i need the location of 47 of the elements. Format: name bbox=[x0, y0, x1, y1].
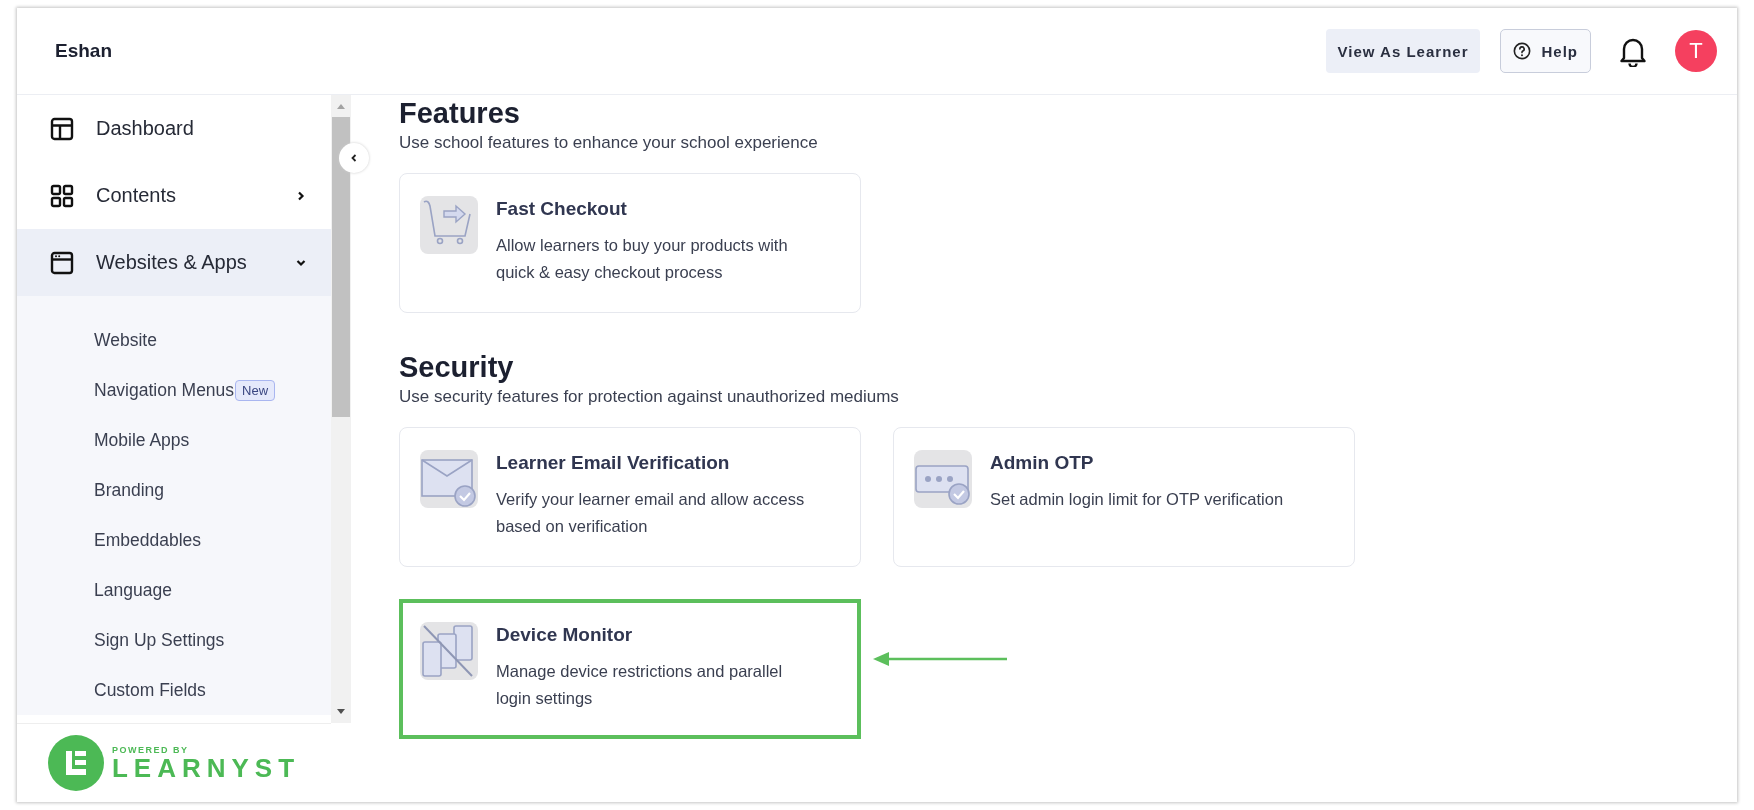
card-description: Allow learners to buy your products with quick & easy checkout process bbox=[496, 235, 789, 283]
sidebar-item[interactable]: Contents bbox=[17, 162, 331, 229]
submenu-item[interactable]: Website bbox=[94, 329, 157, 351]
password-check-icon bbox=[914, 450, 972, 508]
submenu-item[interactable]: Custom Fields bbox=[94, 679, 206, 701]
card-title: Fast Checkout bbox=[496, 198, 628, 220]
shopping-cart-icon bbox=[420, 196, 478, 254]
scrollbar[interactable] bbox=[331, 95, 351, 723]
section-description: Use school features to enhance your school experience bbox=[399, 133, 819, 153]
card-description: Verify your learner email and allow access based on verification bbox=[496, 489, 806, 537]
card-title: Admin OTP bbox=[990, 452, 1095, 474]
section-heading: Features bbox=[399, 96, 521, 131]
chevron-left-icon bbox=[349, 153, 359, 163]
feature-card[interactable]: Fast Checkout Allow learners to buy your products with quick & easy checkout process bbox=[399, 173, 861, 313]
help-icon bbox=[1513, 42, 1532, 60]
submenu-item[interactable]: Branding bbox=[94, 479, 165, 501]
logo-icon bbox=[47, 735, 104, 791]
grid-icon bbox=[50, 183, 74, 208]
section-description: Use security features for protection against unauthorized mediums bbox=[399, 387, 900, 407]
card-title: Device Monitor bbox=[496, 624, 634, 646]
envelope-check-icon bbox=[420, 450, 478, 508]
card-description: Manage device restrictions and parallel login settings bbox=[496, 661, 784, 709]
submenu-item[interactable]: Language bbox=[94, 579, 172, 601]
submenu-item[interactable]: Navigation Menus bbox=[94, 379, 235, 401]
new-badge: New bbox=[235, 379, 276, 401]
sidebar-item[interactable]: Dashboard bbox=[17, 95, 331, 162]
powered-by-label: POWERED BY bbox=[111, 745, 190, 755]
brand-name: LEARNYST bbox=[111, 755, 301, 781]
feature-card[interactable]: Device Monitor Manage device restrictions and parallel login settings bbox=[399, 599, 861, 739]
submenu-item[interactable]: Sign Up Settings bbox=[94, 629, 225, 651]
collapse-sidebar-button[interactable] bbox=[339, 143, 369, 173]
user-avatar[interactable]: T bbox=[1675, 30, 1717, 72]
help-button[interactable]: Help bbox=[1500, 29, 1591, 73]
submenu-item[interactable]: Embeddables bbox=[94, 529, 202, 551]
feature-card[interactable]: Learner Email Verification Verify your learner email and allow access based on verification bbox=[399, 427, 861, 567]
view-as-learner-button[interactable]: View As Learner bbox=[1325, 29, 1481, 73]
submenu-item[interactable]: Mobile Apps bbox=[94, 429, 190, 451]
card-title: Learner Email Verification bbox=[496, 452, 731, 474]
sidebar-item[interactable]: Websites & Apps bbox=[17, 229, 331, 296]
feature-card[interactable]: Admin OTP Set admin login limit for OTP verification bbox=[893, 427, 1355, 567]
school-name: Eshan bbox=[55, 40, 113, 62]
devices-crossed-icon bbox=[420, 622, 478, 680]
section-heading: Security bbox=[399, 350, 515, 385]
layout-icon bbox=[50, 116, 74, 141]
card-description: Set admin login limit for OTP verification bbox=[990, 489, 1284, 510]
browser-window-icon bbox=[50, 250, 74, 275]
chevron-right-icon bbox=[295, 189, 307, 202]
